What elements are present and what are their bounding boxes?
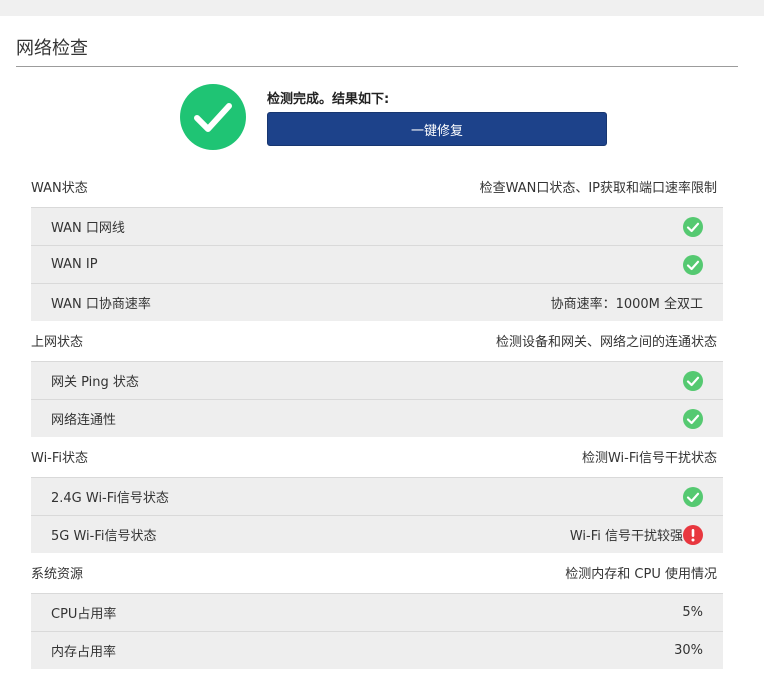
check-row: 内存占用率 30% xyxy=(31,631,723,669)
section-title: 上网状态 xyxy=(31,334,84,350)
check-item-status xyxy=(683,254,703,275)
section-header: 系统资源 检测内存和 CPU 使用情况 xyxy=(31,553,723,593)
section-header: 上网状态 检测设备和网关、网络之间的连通状态 xyxy=(31,321,723,361)
check-item-label: CPU占用率 xyxy=(51,607,117,622)
check-item-status xyxy=(683,370,703,391)
section-description: 检测内存和 CPU 使用情况 xyxy=(565,566,717,582)
check-item-status: 5% xyxy=(682,605,703,620)
title-divider xyxy=(16,66,738,67)
check-result-text: 检测完成。结果如下: xyxy=(267,92,390,107)
check-item-status xyxy=(683,216,703,237)
section-description: 检测Wi-Fi信号干扰状态 xyxy=(581,450,717,466)
section-description: 检查WAN口状态、IP获取和端口速率限制 xyxy=(479,180,717,196)
check-item-label: WAN 口协商速率 xyxy=(51,297,151,312)
check-item-label: WAN 口网线 xyxy=(51,221,125,236)
check-item-status: Wi-Fi 信号干扰较强 xyxy=(569,524,703,545)
check-summary: 检测完成。结果如下: 一键修复 xyxy=(180,84,610,152)
check-circle-icon xyxy=(683,216,703,237)
check-circle-icon xyxy=(683,408,703,429)
check-item-label: 网关 Ping 状态 xyxy=(51,375,139,390)
check-row: 网关 Ping 状态 xyxy=(31,361,723,399)
check-circle-icon xyxy=(683,370,703,391)
top-banner-strip xyxy=(0,0,764,16)
exclamation-circle-icon xyxy=(683,524,703,545)
section-header: WAN状态 检查WAN口状态、IP获取和端口速率限制 xyxy=(31,167,723,207)
page-title: 网络检查 xyxy=(16,38,88,59)
check-row: 网络连通性 xyxy=(31,399,723,437)
check-item-status: 协商速率：1000M 全双工 xyxy=(551,293,703,312)
check-item-value: 30% xyxy=(674,643,703,658)
check-item-value: 5% xyxy=(682,605,703,620)
check-item-label: 2.4G Wi-Fi信号状态 xyxy=(51,491,169,506)
check-item-status xyxy=(683,486,703,507)
section-title: Wi-Fi状态 xyxy=(31,450,89,466)
section-header: Wi-Fi状态 检测Wi-Fi信号干扰状态 xyxy=(31,437,723,477)
success-check-icon xyxy=(180,84,246,150)
section-title: WAN状态 xyxy=(31,180,88,196)
check-row: WAN 口协商速率 协商速率：1000M 全双工 xyxy=(31,283,723,321)
section-description: 检测设备和网关、网络之间的连通状态 xyxy=(495,334,717,350)
check-row: 2.4G Wi-Fi信号状态 xyxy=(31,477,723,515)
check-item-value: 协商速率：1000M 全双工 xyxy=(550,297,703,312)
check-item-label: 内存占用率 xyxy=(51,645,117,660)
check-item-label: 5G Wi-Fi信号状态 xyxy=(51,529,157,544)
check-item-label: WAN IP xyxy=(51,257,98,272)
check-row: WAN IP xyxy=(31,245,723,283)
check-item-value: Wi-Fi 信号干扰较强 xyxy=(569,529,683,544)
check-results: WAN状态 检查WAN口状态、IP获取和端口速率限制 WAN 口网线 WAN IP WA… xyxy=(31,167,723,669)
one-click-repair-button[interactable]: 一键修复 xyxy=(267,112,607,146)
section-title: 系统资源 xyxy=(31,566,84,582)
check-item-status: 30% xyxy=(674,643,703,658)
check-row: WAN 口网线 xyxy=(31,207,723,245)
check-item-status xyxy=(683,408,703,429)
check-circle-icon xyxy=(683,486,703,507)
check-item-label: 网络连通性 xyxy=(51,413,117,428)
check-row: 5G Wi-Fi信号状态 Wi-Fi 信号干扰较强 xyxy=(31,515,723,553)
check-circle-icon xyxy=(683,254,703,275)
check-row: CPU占用率 5% xyxy=(31,593,723,631)
